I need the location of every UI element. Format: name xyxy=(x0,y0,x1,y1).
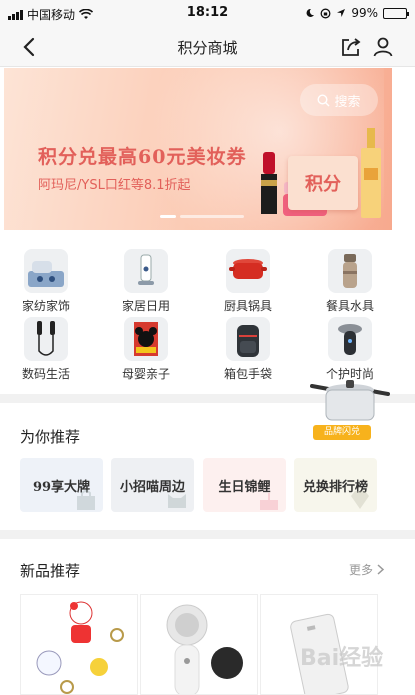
share-icon[interactable] xyxy=(339,35,363,59)
watermark: Bai经验 xyxy=(300,646,384,671)
product-card[interactable] xyxy=(140,594,258,695)
category-item[interactable]: 厨具锅具 xyxy=(208,249,288,313)
recommend-card[interactable]: 兑换排行榜 xyxy=(294,458,377,512)
home-goods-icon xyxy=(124,249,168,293)
category-grid: 家纺家饰 家居日用 厨具锅具 餐具水具 数码生活 母婴亲子 箱包手袋 个护时尚 xyxy=(4,240,392,381)
recommend-card[interactable]: 生日锦鲤 xyxy=(203,458,286,512)
banner-headline: 积分兑最高60元美妆券 xyxy=(38,146,247,168)
category-item[interactable]: 家纺家饰 xyxy=(6,249,86,313)
navigation-bar: 积分商城 xyxy=(0,27,415,67)
shaver-icon xyxy=(328,317,372,361)
category-item[interactable]: 箱包手袋 xyxy=(208,317,288,381)
search-icon xyxy=(317,93,330,106)
cat-icon xyxy=(168,494,186,508)
category-label: 家居日用 xyxy=(121,299,170,313)
chevron-right-icon xyxy=(377,564,385,575)
points-mall-page: 中国移动 18:12 99% 积分商城 搜索 积分兑最高60元美妆券 阿玛尼/Y… xyxy=(0,0,415,695)
category-item[interactable]: 个护时尚 xyxy=(310,317,390,381)
points-card: 积分 xyxy=(288,156,358,210)
category-item[interactable]: 母婴亲子 xyxy=(106,317,186,381)
moon-icon xyxy=(306,8,315,17)
category-label: 厨具锅具 xyxy=(223,299,272,313)
category-label: 家纺家饰 xyxy=(21,299,70,313)
brand-flash-badge[interactable]: 品牌闪兑 xyxy=(313,425,371,440)
thermos-icon xyxy=(328,249,372,293)
status-bar: 中国移动 18:12 99% xyxy=(0,0,415,27)
user-icon[interactable] xyxy=(371,35,395,59)
new-products-section-title: 新品推荐 xyxy=(20,560,81,582)
recommend-section-title: 为你推荐 xyxy=(20,426,81,448)
category-label: 餐具水具 xyxy=(325,299,374,313)
lipstick-icon xyxy=(261,152,277,214)
pressure-cooker-icon[interactable] xyxy=(308,376,392,426)
cake-icon xyxy=(260,493,278,510)
rotation-lock-icon xyxy=(320,8,331,18)
category-item[interactable]: 数码生活 xyxy=(6,317,86,381)
battery-percent: 99% xyxy=(351,6,378,20)
recommend-card[interactable]: 99享大牌 xyxy=(20,458,103,512)
location-icon xyxy=(337,9,346,17)
recommend-card[interactable]: 小招喵周边 xyxy=(111,458,194,512)
pot-icon xyxy=(226,249,270,293)
more-link[interactable]: 更多 xyxy=(348,561,385,578)
hello-kitty-keychain-icon xyxy=(36,601,124,694)
banner-subline: 阿玛尼/YSL口红等8.1折起 xyxy=(38,178,191,193)
category-item[interactable]: 餐具水具 xyxy=(310,249,390,313)
facial-brush-icon xyxy=(166,604,243,694)
promo-banner[interactable]: 搜索 积分兑最高60元美妆券 阿玛尼/YSL口红等8.1折起 积分 xyxy=(4,68,392,230)
section-divider xyxy=(0,530,415,539)
backpack-icon xyxy=(226,317,270,361)
search-button[interactable]: 搜索 xyxy=(300,84,378,116)
points-card-text: 积分 xyxy=(305,174,341,195)
new-products-title-text: 新品推荐 xyxy=(20,562,81,580)
earphones-icon xyxy=(24,317,68,361)
category-label: 箱包手袋 xyxy=(223,367,272,381)
perfume-bottle-icon xyxy=(361,128,381,218)
category-label: 母婴亲子 xyxy=(121,367,170,381)
diamond-icon xyxy=(351,491,369,509)
more-label: 更多 xyxy=(348,563,373,577)
category-item[interactable]: 家居日用 xyxy=(106,249,186,313)
battery-icon xyxy=(383,7,409,19)
kids-book-icon xyxy=(124,317,168,361)
banner-pagination xyxy=(160,215,244,218)
bedding-icon xyxy=(24,249,68,293)
product-card[interactable] xyxy=(20,594,138,695)
recommend-title-text: 为你推荐 xyxy=(20,428,81,446)
search-label: 搜索 xyxy=(334,94,361,110)
shopping-bag-icon xyxy=(77,490,95,510)
category-label: 数码生活 xyxy=(21,367,70,381)
